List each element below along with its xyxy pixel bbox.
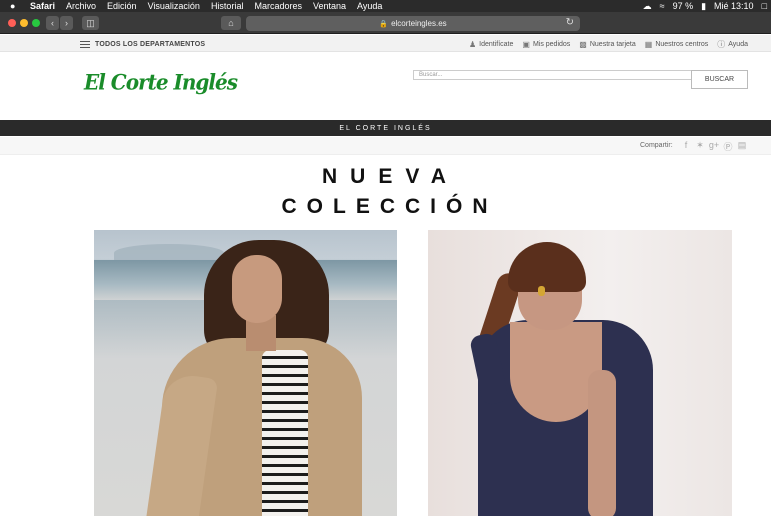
menu-safari[interactable]: Safari [30,0,55,12]
menu-archivo[interactable]: Archivo [66,0,96,12]
link-ayuda[interactable]: ⓘ Ayuda [717,39,748,50]
link-label: Mis pedidos [532,41,571,48]
store-icon: ▦ [644,40,653,49]
menu-ventana[interactable]: Ventana [313,0,346,12]
url-text: elcorteingles.es [391,19,447,28]
battery-icon[interactable]: ▮ [701,0,706,12]
lock-icon: 🔒 [379,20,389,28]
menubar-status: ☁ ≈ 97 % ▮ Mié 13:10 □ [635,0,771,12]
menu-visualizacion[interactable]: Visualización [148,0,200,12]
user-links: ♟ Identifícate ▣ Mis pedidos ▩ Nuestra tarj… [460,39,748,50]
hamburger-icon [80,39,90,50]
close-window-button[interactable] [8,19,16,27]
box-icon: ▣ [522,40,530,49]
home-icon[interactable]: ⌂ [221,16,241,30]
menu-edicion[interactable]: Edición [107,0,137,12]
link-nuestra-tarjeta[interactable]: ▩ Nuestra tarjeta [579,39,635,50]
cloud-icon[interactable]: ☁ [643,0,652,12]
card-icon: ▩ [579,40,587,49]
user-icon: ♟ [468,40,477,49]
share-row: Compartir: f ✶ g+ Ⓟ ▤ [0,137,771,155]
share-menu-icon[interactable]: □ [762,0,767,12]
share-label: Compartir: [640,142,673,149]
product-image-navy-dress[interactable] [428,230,732,516]
menu-ayuda[interactable]: Ayuda [357,0,382,12]
help-icon: ⓘ [717,40,726,49]
browser-toolbar: ‹ › ◫ ⌂ 🔒 elcorteingles.es ↻ [0,12,771,34]
google-plus-icon[interactable]: g+ [708,140,720,153]
facebook-icon[interactable]: f [680,140,692,153]
wifi-icon[interactable]: ≈ [660,0,665,12]
pinterest-icon[interactable]: Ⓟ [722,140,734,153]
departments-label: TODOS LOS DEPARTAMENTOS [95,40,206,48]
brand-band: EL CORTE INGLÉS [0,120,771,136]
menu-marcadores[interactable]: Marcadores [254,0,302,12]
departments-menu[interactable]: TODOS LOS DEPARTAMENTOS [80,39,205,50]
link-label: Nuestra tarjeta [589,41,636,48]
fullscreen-window-button[interactable] [32,19,40,27]
headline-line1: NUEVA [322,165,459,188]
print-icon[interactable]: ▤ [736,140,748,153]
reload-icon[interactable]: ↻ [566,17,574,28]
link-label: Ayuda [728,41,748,48]
address-bar[interactable]: 🔒 elcorteingles.es ↻ [246,16,580,31]
menu-historial[interactable]: Historial [211,0,244,12]
link-identificate[interactable]: ♟ Identifícate [469,39,513,50]
link-label: Nuestros centros [655,41,709,48]
site-logo[interactable]: El Corte Inglés [84,69,238,94]
sidebar-icon[interactable]: ◫ [82,16,99,30]
search-button[interactable]: BUSCAR [691,70,748,89]
back-button[interactable]: ‹ [46,16,59,30]
link-label: Identifícate [479,41,514,48]
macos-menubar: ● Safari Archivo Edición Visualización H… [0,0,771,12]
minimize-window-button[interactable] [20,19,28,27]
link-nuestros-centros[interactable]: ▦ Nuestros centros [645,39,708,50]
headline-line2: COLECCIÓN [281,195,498,218]
clock[interactable]: Mié 13:10 [714,0,754,12]
forward-button[interactable]: › [60,16,73,30]
product-image-trench-coat[interactable] [94,230,397,516]
battery-percent: 97 % [672,1,694,11]
site-utility-bar: TODOS LOS DEPARTAMENTOS ♟ Identifícate ▣ M… [0,35,771,52]
search-input[interactable]: Buscar... [413,70,692,80]
link-mis-pedidos[interactable]: ▣ Mis pedidos [522,39,570,50]
twitter-icon[interactable]: ✶ [694,140,706,153]
apple-icon[interactable]: ● [10,1,22,11]
